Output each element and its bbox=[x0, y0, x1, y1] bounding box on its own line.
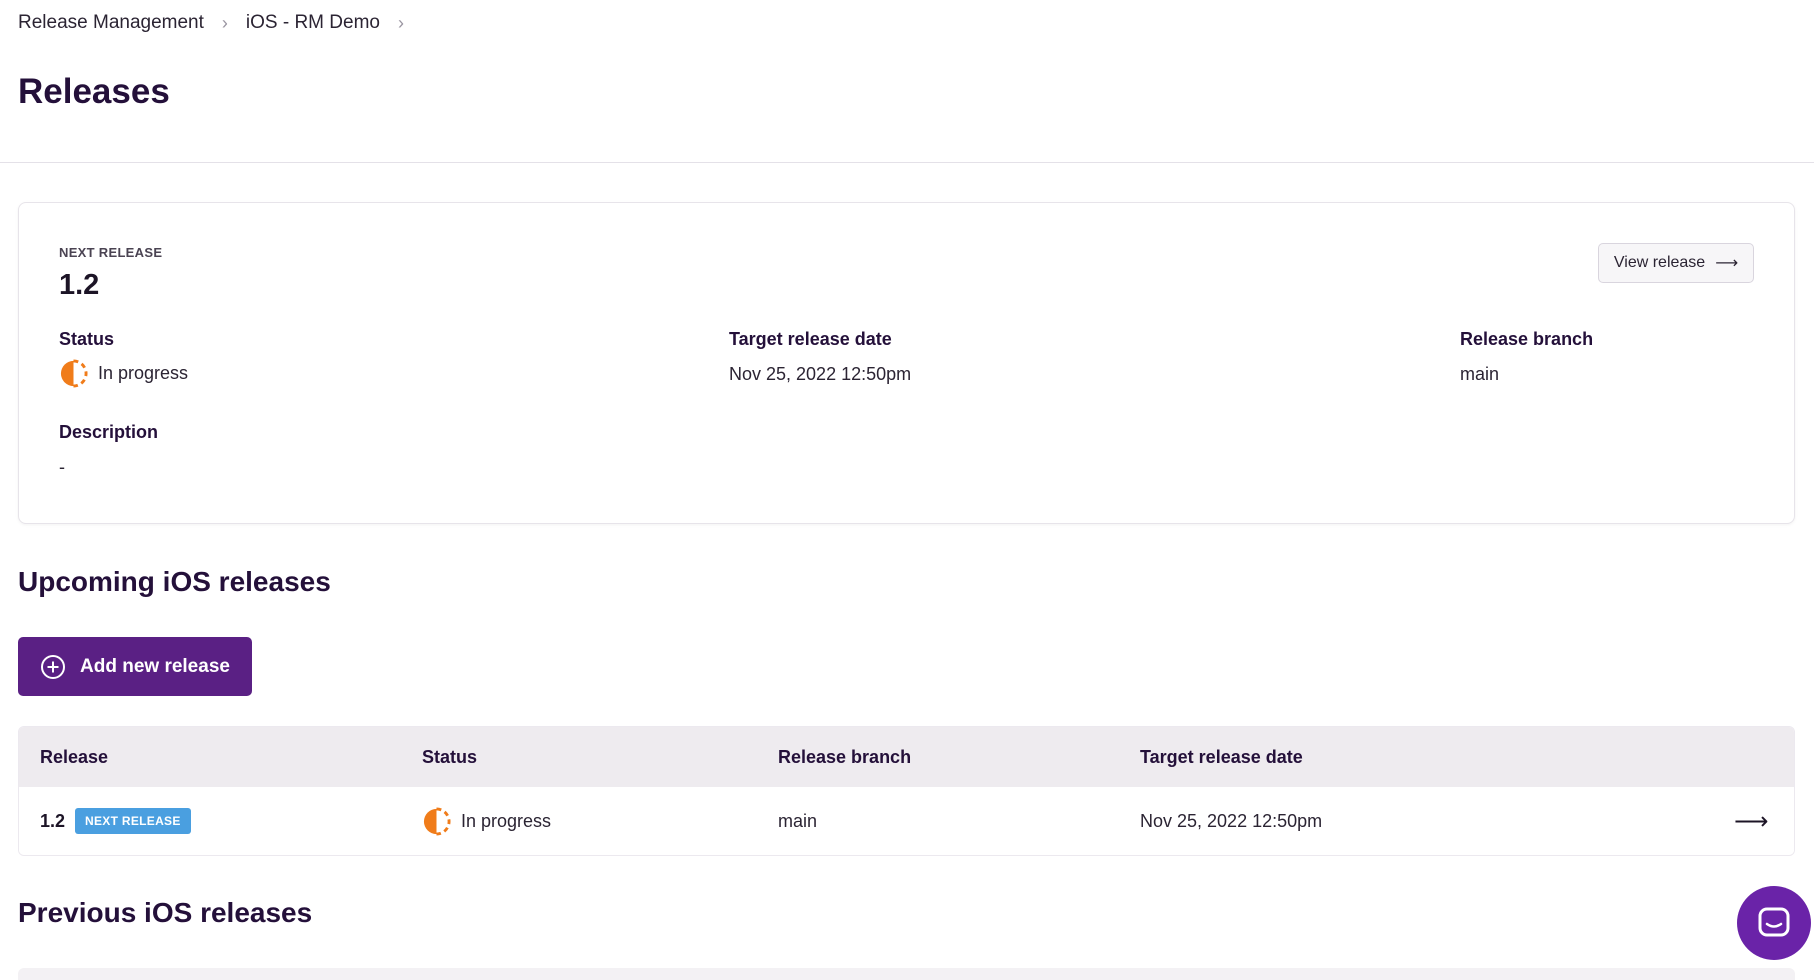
next-release-eyebrow: NEXT RELEASE bbox=[59, 245, 163, 260]
branch-cell: main bbox=[778, 810, 818, 831]
description-value: - bbox=[59, 457, 65, 477]
release-cell: 1.2 NEXT RELEASE bbox=[19, 808, 422, 834]
breadcrumb-release-management[interactable]: Release Management bbox=[18, 12, 204, 34]
column-header-target-date: Target release date bbox=[1140, 746, 1303, 767]
chat-launcher-button[interactable] bbox=[1737, 886, 1811, 960]
in-progress-icon bbox=[423, 806, 451, 836]
column-header-release: Release bbox=[40, 746, 109, 767]
breadcrumb: Release Management › iOS - RM Demo › bbox=[18, 12, 404, 34]
header-divider bbox=[0, 162, 1814, 163]
in-progress-icon bbox=[60, 359, 88, 388]
plus-circle-icon bbox=[41, 654, 65, 679]
breadcrumb-separator: › bbox=[397, 12, 404, 33]
release-version: 1.2 bbox=[40, 810, 66, 831]
upcoming-releases-title: Upcoming iOS releases bbox=[18, 566, 331, 597]
description-label: Description bbox=[59, 422, 159, 442]
view-release-button[interactable]: View release ⟶ bbox=[1598, 243, 1754, 283]
breadcrumb-separator: › bbox=[221, 12, 228, 33]
target-date-value: Nov 25, 2022 12:50pm bbox=[729, 364, 912, 384]
previous-releases-table bbox=[18, 968, 1795, 980]
upcoming-releases-table: Release Status Release branch Target rel… bbox=[18, 726, 1795, 856]
arrow-right-icon[interactable]: ⟶ bbox=[1734, 807, 1794, 836]
view-release-label: View release bbox=[1613, 254, 1706, 271]
column-header-status: Status bbox=[422, 746, 478, 767]
status-label: Status bbox=[59, 329, 115, 349]
status-value: In progress bbox=[59, 359, 188, 388]
target-date-label: Target release date bbox=[729, 329, 892, 349]
status-text: In progress bbox=[461, 810, 552, 831]
chat-icon bbox=[1758, 907, 1790, 937]
next-release-version: 1.2 bbox=[59, 269, 100, 301]
table-header: Release Status Release branch Target rel… bbox=[19, 727, 1794, 787]
status-cell: In progress bbox=[422, 806, 778, 836]
release-branch-label: Release branch bbox=[1460, 329, 1594, 349]
page-title: Releases bbox=[18, 72, 170, 111]
column-header-release-branch: Release branch bbox=[778, 746, 912, 767]
status-text: In progress bbox=[98, 363, 189, 383]
previous-releases-title: Previous iOS releases bbox=[18, 897, 313, 928]
next-release-card: NEXT RELEASE 1.2 View release ⟶ Status I… bbox=[18, 202, 1795, 524]
arrow-right-icon: ⟶ bbox=[1715, 255, 1739, 272]
target-date-cell: Nov 25, 2022 12:50pm bbox=[1140, 810, 1323, 831]
release-branch-value: main bbox=[1460, 364, 1500, 384]
table-row[interactable]: 1.2 NEXT RELEASE In progress main Nov 25… bbox=[19, 787, 1794, 855]
breadcrumb-ios-rm-demo[interactable]: iOS - RM Demo bbox=[246, 12, 380, 34]
add-new-release-label: Add new release bbox=[80, 655, 230, 677]
next-release-badge: NEXT RELEASE bbox=[75, 808, 191, 834]
add-new-release-button[interactable]: Add new release bbox=[18, 637, 252, 696]
